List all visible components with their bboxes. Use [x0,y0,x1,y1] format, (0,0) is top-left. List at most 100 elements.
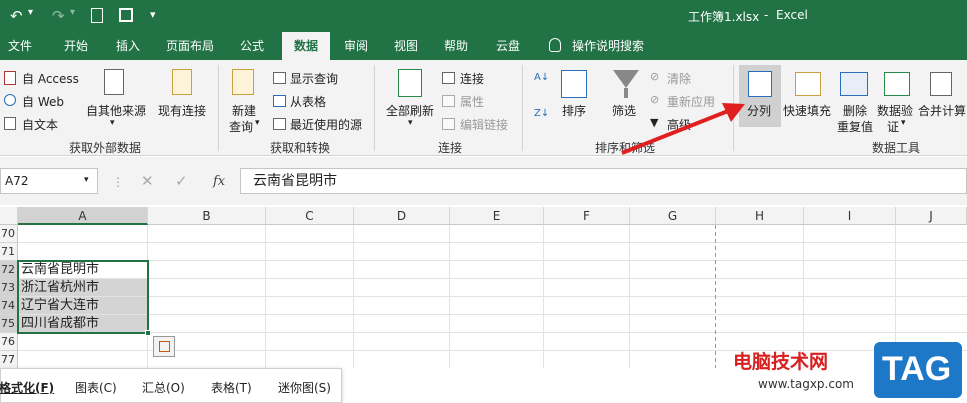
column-header[interactable]: J [896,207,967,225]
row-header[interactable]: 77 [0,351,18,369]
ribbon: 自 Access 自 Web 自文本 自其他来源 ▾ 现有连接 获取外部数据 新… [0,60,967,156]
title-separator: - [764,8,769,22]
flash-fill-button[interactable]: 快速填充 [783,102,831,119]
undo-dropdown-icon[interactable]: ▾ [28,7,33,18]
from-text-button[interactable]: 自文本 [22,116,58,133]
qa-totals-tab[interactable]: 汇总(O) [142,379,185,396]
properties-button[interactable]: 属性 [460,93,484,110]
qa-tables-tab[interactable]: 表格(T) [211,379,252,396]
save-icon[interactable] [119,8,133,22]
tab-file[interactable]: 文件 [0,32,40,60]
new-query-label-2: 查询 [229,120,254,134]
group-get-transform: 获取和转换 [269,141,330,155]
group-separator [374,65,375,151]
text-to-columns-icon [748,71,772,97]
group-get-external-data: 获取外部数据 [68,141,141,155]
recent-sources-button[interactable]: 最近使用的源 [290,116,362,133]
refresh-all-button[interactable]: 全部刷新 [386,102,434,119]
row-header[interactable]: 70 [0,225,18,243]
sort-asc-icon[interactable]: A↓ [534,72,549,83]
enter-icon[interactable]: ✓ [175,172,188,190]
tell-me-search[interactable]: 操作说明搜索 [572,32,652,60]
flash-fill-icon [795,72,821,96]
redo-dropdown-icon[interactable]: ▾ [70,7,75,18]
sort-desc-icon[interactable]: Z↓ [534,108,549,119]
column-header[interactable]: G [630,207,716,225]
qa-format-tab[interactable]: 格式化(F) [0,379,54,396]
row-header[interactable]: 73 [0,279,18,297]
column-header[interactable]: H [716,207,804,225]
formula-input[interactable]: 云南省昆明市 [240,168,967,194]
consolidate-button[interactable]: 合并计算 [918,102,966,119]
row-header[interactable]: 75 [0,315,18,333]
fill-handle[interactable] [145,330,151,336]
undo-icon[interactable]: ↶ [10,7,23,25]
redo-icon[interactable]: ↷ [52,7,65,25]
customize-qat-icon[interactable]: ▾ [150,8,156,21]
from-web-button[interactable]: 自 Web [22,93,64,110]
text-file-icon [4,117,16,130]
column-header[interactable]: F [544,207,630,225]
quick-analysis-panel: 格式化(F) 图表(C) 汇总(O) 表格(T) 迷你图(S) [0,368,342,403]
print-preview-icon[interactable] [91,8,103,23]
ribbon-tabs: 文件 开始 插入 页面布局 公式 数据 审阅 视图 帮助 云盘 操作说明搜索 [0,32,967,60]
insert-function-icon[interactable]: fx [213,174,225,189]
new-query-dropdown-icon[interactable]: ▾ [255,118,260,128]
column-header[interactable]: C [266,207,354,225]
other-sources-button[interactable]: 自其他来源 [86,102,146,119]
from-table-button[interactable]: 从表格 [290,93,326,110]
from-table-icon [273,95,286,107]
clear-filter-icon: ⊘ [650,70,660,83]
selection-border [17,260,149,334]
web-icon [4,94,16,106]
tab-formulas[interactable]: 公式 [230,32,274,60]
other-sources-dropdown-icon[interactable]: ▾ [110,118,115,128]
tab-home[interactable]: 开始 [54,32,98,60]
qa-charts-tab[interactable]: 图表(C) [75,379,117,396]
properties-icon [442,95,455,107]
column-header[interactable]: E [450,207,544,225]
remove-duplicates-button[interactable]: 删除 [843,102,867,119]
clear-button[interactable]: 清除 [667,70,691,87]
group-connections: 连接 [437,141,462,155]
tab-page-layout[interactable]: 页面布局 [158,32,222,60]
column-header[interactable]: B [148,207,266,225]
quick-analysis-icon [159,341,170,352]
name-box-dropdown-icon[interactable]: ▾ [84,175,89,185]
tab-help[interactable]: 帮助 [434,32,478,60]
select-all-corner[interactable] [0,207,18,225]
cancel-icon[interactable]: ✕ [141,172,154,190]
column-header[interactable]: A [18,207,148,225]
row-header[interactable]: 74 [0,297,18,315]
quick-analysis-button[interactable] [153,336,175,357]
tab-view[interactable]: 视图 [384,32,428,60]
new-query-button[interactable]: 新建 [232,102,256,119]
row-header[interactable]: 76 [0,333,18,351]
sort-button[interactable]: 排序 [562,102,586,119]
tab-data[interactable]: 数据 [282,32,330,60]
tab-cloud[interactable]: 云盘 [486,32,530,60]
show-queries-button[interactable]: 显示查询 [290,70,338,87]
annotation-arrow [621,103,745,155]
data-validation-button[interactable]: 数据验 [877,102,913,119]
remove-duplicates-icon [840,72,868,96]
qa-sparklines-tab[interactable]: 迷你图(S) [278,379,331,396]
column-header[interactable]: D [354,207,450,225]
row-header[interactable]: 72 [0,261,18,279]
refresh-all-dropdown-icon[interactable]: ▾ [408,118,413,128]
edit-links-button[interactable]: 编辑链接 [460,116,508,133]
existing-connections-icon [172,69,192,95]
other-sources-icon [104,69,124,95]
row-header[interactable]: 71 [0,243,18,261]
watermark-badge-text: TAG [882,350,952,388]
remove-duplicates-label-2: 重复值 [837,120,874,134]
column-header[interactable]: I [804,207,896,225]
new-query-icon [232,69,254,95]
existing-connections-button[interactable]: 现有连接 [158,102,206,119]
tab-review[interactable]: 审阅 [334,32,378,60]
tab-insert[interactable]: 插入 [106,32,150,60]
data-validation-dropdown-icon[interactable]: ▾ [901,118,906,128]
app-name: Excel [776,8,808,22]
connections-button[interactable]: 连接 [460,70,484,87]
from-access-button[interactable]: 自 Access [22,70,79,87]
